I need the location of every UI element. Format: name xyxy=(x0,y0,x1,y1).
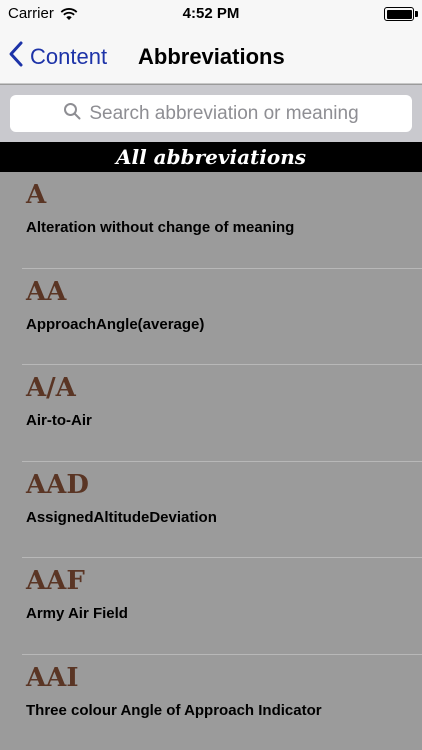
navigation-bar: Content Abbreviations xyxy=(0,28,422,84)
battery-icon xyxy=(384,7,418,21)
abbreviation-text: AAI xyxy=(26,662,79,693)
meaning-text: Three colour Angle of Approach Indicator xyxy=(26,701,322,719)
list-item[interactable]: AA ApproachAngle(average) xyxy=(22,269,422,365)
meaning-text: Air-to-Air xyxy=(26,412,92,429)
abbreviation-text: A/A xyxy=(26,373,76,403)
abbreviation-text: AAF xyxy=(26,566,85,596)
section-header: All abbreviations xyxy=(0,142,422,172)
search-input[interactable]: Search abbreviation or meaning xyxy=(10,95,412,132)
meaning-text: AssignedAltitudeDeviation xyxy=(26,508,217,526)
list-item[interactable]: AAI Three colour Angle of Approach Indic… xyxy=(22,655,422,750)
status-time: 4:52 PM xyxy=(182,5,240,22)
back-button-label: Content xyxy=(30,44,108,69)
abbreviation-text: A xyxy=(26,180,47,210)
search-placeholder: Search abbreviation or meaning xyxy=(89,102,359,124)
list-item[interactable]: A Alteration without change of meaning xyxy=(22,172,422,269)
chevron-left-icon xyxy=(8,40,24,74)
status-bar: Carrier 4:52 PM xyxy=(0,0,422,28)
abbreviation-text: AAD xyxy=(26,469,89,500)
search-bar: Search abbreviation or meaning xyxy=(0,85,422,142)
meaning-text: ApproachAngle(average) xyxy=(26,315,205,333)
abbreviation-list: A Alteration without change of meaning A… xyxy=(0,172,422,750)
meaning-text: Alteration without change of meaning xyxy=(26,219,295,236)
back-button[interactable]: Content xyxy=(8,40,107,74)
page-title: Abbreviations xyxy=(138,44,285,69)
abbreviation-text: AA xyxy=(26,276,67,307)
list-item[interactable]: A/A Air-to-Air xyxy=(22,365,422,462)
list-item[interactable]: AAF Army Air Field xyxy=(22,558,422,655)
search-icon xyxy=(63,102,81,126)
meaning-text: Army Air Field xyxy=(26,605,128,622)
list-item[interactable]: AAD AssignedAltitudeDeviation xyxy=(22,462,422,558)
